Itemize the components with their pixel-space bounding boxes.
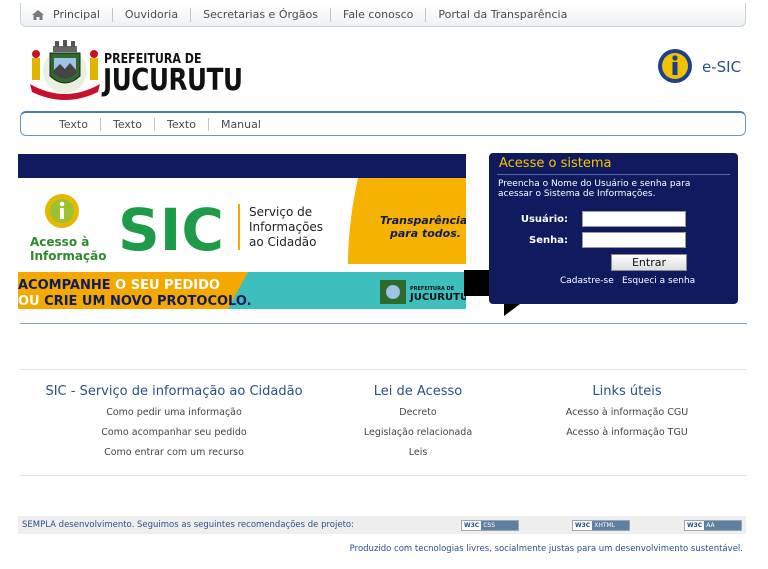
subnav-item-texto-2[interactable]: Texto (99, 117, 154, 131)
banner-transparencia-text: Transparência (380, 214, 466, 227)
nav-link-ouvidoria[interactable]: Ouvidoria (111, 7, 190, 22)
footer-link-cgu[interactable]: Acesso à informação CGU (542, 403, 712, 423)
sic-banner: Acesso à Informação SIC Serviço de Infor… (18, 154, 466, 309)
login-title: Acesse o sistema (499, 156, 612, 171)
banner-acesso-text: Acesso à (30, 235, 89, 249)
login-divider (497, 174, 730, 175)
produced-with-text: Produzido com tecnologias livres, social… (349, 544, 743, 554)
username-label: Usuário: (520, 214, 568, 225)
footer-link-como-acompanhar[interactable]: Como acompanhar seu pedido (44, 423, 304, 443)
banner-servico-line1: Serviço de (249, 205, 312, 219)
footer-link-leis[interactable]: Leis (338, 443, 498, 463)
banner-acompanhe-rest: O SEU PEDIDO (111, 278, 220, 293)
w3c-xhtml-badge-label: XHTML (592, 521, 629, 530)
esic-info-icon[interactable] (657, 48, 693, 84)
credits-text: SEMPLA desenvolvimento. Seguimos as segu… (22, 520, 354, 530)
register-link[interactable]: Cadastre-se (560, 276, 614, 286)
password-input[interactable] (582, 232, 686, 248)
w3c-xhtml-badge-mark: W3C (573, 521, 593, 530)
footer-col-sic: SIC - Serviço de informação ao Cidadão C… (44, 384, 304, 463)
footer-col-links: Links úteis Acesso à informação CGU Aces… (542, 384, 712, 443)
nav-link-secretarias[interactable]: Secretarias e Órgãos (190, 7, 330, 22)
footer-col-lei: Lei de Acesso Decreto Legislação relacio… (338, 384, 498, 463)
banner-ou-text: OU (18, 294, 44, 309)
banner-acompanhe-line: ACOMPANHE O SEU PEDIDO (18, 278, 220, 293)
banner-sic-text: SIC (118, 196, 224, 264)
banner-protocolo-strong: CRIE UM NOVO PROTOCOLO. (44, 294, 251, 309)
nav-link-portal-transparencia[interactable]: Portal da Transparência (425, 7, 579, 22)
username-input[interactable] (582, 211, 686, 227)
footer-link-como-pedir[interactable]: Como pedir uma informação (44, 403, 304, 423)
footer-link-legislacao[interactable]: Legislação relacionada (338, 423, 498, 443)
top-navigation: Principal Ouvidoria Secretarias e Órgãos… (20, 3, 746, 27)
footer-link-tgu[interactable]: Acesso à informação TGU (542, 423, 712, 443)
banner-para-todos-text: para todos. (389, 227, 461, 240)
home-icon[interactable] (31, 8, 45, 22)
footer-link-como-recurso[interactable]: Como entrar com um recurso (44, 443, 304, 463)
banner-servico-line3: ao Cidadão (249, 235, 317, 249)
w3c-aa-badge[interactable]: W3C AA (684, 520, 742, 531)
banner-informacao-text: Informação (30, 249, 106, 263)
banner-protocolo-line: OU CRIE UM NOVO PROTOCOLO. (18, 294, 252, 309)
subnav-item-manual[interactable]: Manual (207, 117, 273, 131)
subnav-item-texto-3[interactable]: Texto (153, 117, 208, 131)
w3c-css-badge-label: CSS (481, 521, 518, 530)
subnav-item-texto-1[interactable]: Texto (47, 118, 100, 131)
w3c-aa-badge-label: AA (704, 521, 741, 530)
w3c-aa-badge-mark: W3C (685, 521, 705, 530)
esic-label[interactable]: e-SIC (702, 58, 741, 76)
banner-acompanhe-strong: ACOMPANHE (18, 278, 111, 293)
coat-of-arms-logo[interactable] (26, 38, 104, 104)
login-panel: Acesse o sistema Preencha o Nome do Usuá… (489, 153, 738, 304)
w3c-css-badge-mark: W3C (462, 521, 482, 530)
nav-link-principal[interactable]: Principal (51, 8, 112, 22)
w3c-css-badge[interactable]: W3C CSS (461, 520, 519, 531)
header-city-name: JUCURUTU (103, 63, 243, 98)
footer-link-decreto[interactable]: Decreto (338, 403, 498, 423)
nav-link-fale-conosco[interactable]: Fale conosco (330, 7, 425, 22)
sub-navigation: Texto Texto Texto Manual (20, 111, 746, 136)
banner-mini-city: JUCURUTU (409, 292, 466, 303)
footer-col-sic-title: SIC - Serviço de informação ao Cidadão (45, 384, 303, 399)
password-label: Senha: (529, 235, 568, 246)
content-separator (20, 323, 747, 324)
footer-top-divider (20, 369, 746, 370)
enter-button[interactable]: Entrar (611, 254, 687, 271)
w3c-xhtml-badge[interactable]: W3C XHTML (572, 520, 630, 531)
login-description: Preencha o Nome do Usuário e senha para … (498, 179, 691, 199)
banner-servico-line2: Informações (249, 220, 323, 234)
forgot-password-link[interactable]: Esqueci a senha (622, 276, 695, 286)
footer-col-links-title: Links úteis (592, 384, 662, 399)
credits-bar: SEMPLA desenvolvimento. Seguimos as segu… (18, 516, 746, 534)
footer-col-lei-title: Lei de Acesso (373, 384, 463, 399)
footer-bottom-divider (20, 475, 746, 476)
